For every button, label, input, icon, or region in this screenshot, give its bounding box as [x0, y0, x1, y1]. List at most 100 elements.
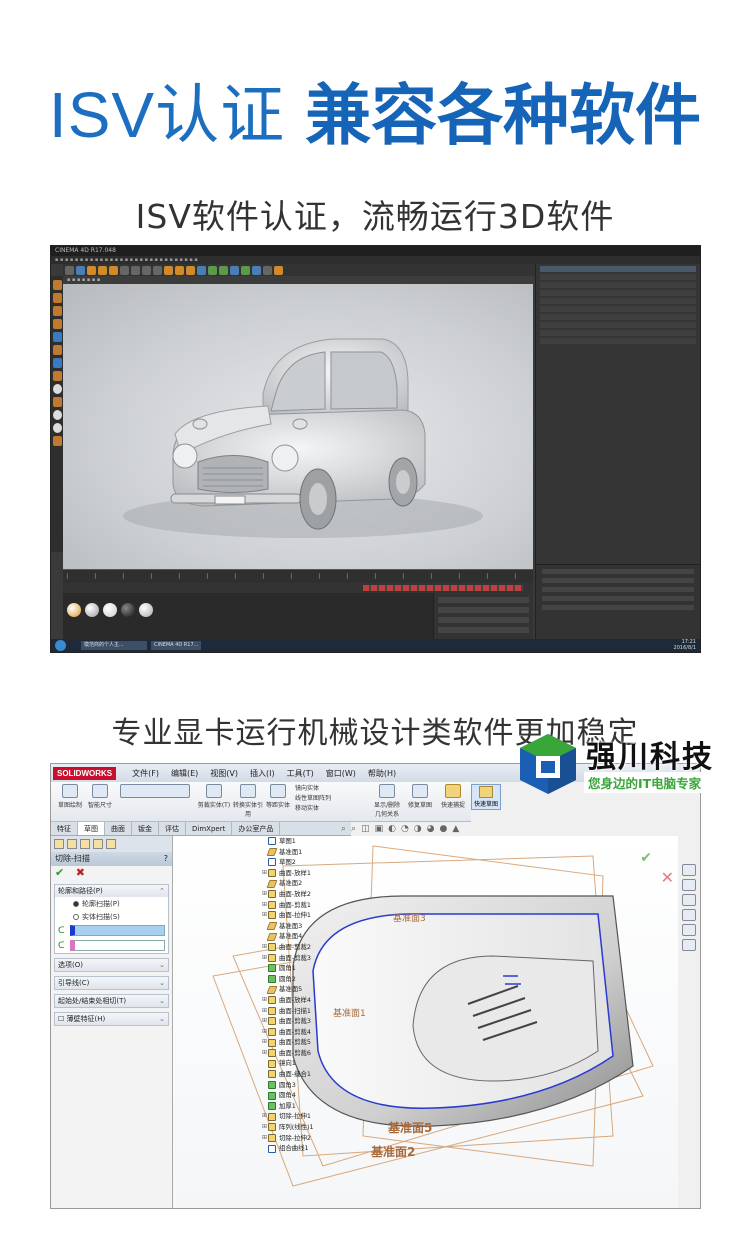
menu-tools[interactable]: 工具(T) [287, 768, 314, 779]
expand-icon[interactable]: ⊞ [261, 1111, 268, 1122]
material-swatch[interactable] [121, 603, 135, 617]
expand-icon[interactable]: ⌄ [159, 977, 165, 989]
c4d-viewport[interactable] [63, 284, 533, 569]
pen-icon[interactable] [208, 265, 217, 275]
mode-icon[interactable] [52, 397, 62, 407]
profile-selection-field[interactable]: ᑕ [55, 923, 168, 938]
cube-icon[interactable] [197, 265, 206, 275]
confirm-corner-cancel-icon[interactable]: ✕ [661, 868, 674, 887]
mode-icon[interactable] [52, 306, 62, 316]
display-relations-button[interactable]: 显示/删除几何关系 [371, 784, 403, 818]
mode-icon[interactable] [52, 280, 62, 290]
feature-tree-item[interactable]: ⊞ 切除-拉伸1 [261, 1111, 373, 1122]
repair-sketch-button[interactable]: 修复草图 [405, 784, 435, 809]
scale-icon[interactable] [98, 265, 107, 275]
feature-tree-item[interactable]: 基准面3 [261, 921, 373, 932]
feature-tree-item[interactable]: 加厚1 [261, 1101, 373, 1112]
custom-props-icon[interactable] [682, 939, 696, 951]
mode-icon[interactable] [52, 371, 62, 381]
sphere-icon[interactable] [52, 410, 62, 420]
undo-icon[interactable] [65, 265, 74, 275]
object-row[interactable] [540, 282, 696, 288]
axis-z-icon[interactable] [142, 265, 151, 275]
expand-icon[interactable]: ⌄ [159, 1013, 165, 1025]
axis-x-icon[interactable] [120, 265, 129, 275]
c4d-timeline[interactable] [63, 569, 533, 583]
expand-icon[interactable]: ⊞ [261, 995, 268, 1006]
expand-icon[interactable]: ⊞ [261, 1016, 268, 1027]
sphere-icon[interactable] [52, 384, 62, 394]
feature-tree-item[interactable]: ⊞ 曲面-剪裁3 [261, 953, 373, 964]
feature-tree-item[interactable]: 曲面-缝合1 [261, 1069, 373, 1080]
taskbar-item[interactable]: CINEMA 4D R17... [151, 641, 201, 650]
expand-icon[interactable]: ⊞ [261, 942, 268, 953]
subdivision-icon[interactable] [219, 265, 228, 275]
mode-icon[interactable] [52, 293, 62, 303]
quick-snaps-button[interactable]: 快速捕捉 [439, 784, 467, 809]
tab-surfaces[interactable]: 曲面 [105, 822, 132, 835]
mode-icon[interactable] [52, 332, 62, 342]
object-row[interactable] [540, 306, 696, 312]
expand-icon[interactable]: ⊞ [261, 953, 268, 964]
feature-tree-item[interactable]: 圆角2 [261, 974, 373, 985]
collapse-icon[interactable]: ⌃ [159, 885, 165, 897]
property-manager-icon[interactable] [67, 839, 77, 849]
material-swatch[interactable] [67, 603, 81, 617]
object-row[interactable] [540, 298, 696, 304]
feature-tree-item[interactable]: 镜向1 [261, 1058, 373, 1069]
mirror-button[interactable]: 镜向实体 线性草图阵列 移动实体 [295, 784, 367, 814]
object-row[interactable] [540, 266, 696, 272]
object-row[interactable] [540, 322, 696, 328]
expand-icon[interactable]: ⌄ [159, 959, 165, 971]
select-icon[interactable] [76, 265, 85, 275]
path-selection-field[interactable]: ᑕ [55, 938, 168, 953]
feature-tree-item[interactable]: ⊞ 曲面-扫描1 [261, 1006, 373, 1017]
feature-tree-item[interactable]: 圆角4 [261, 1090, 373, 1101]
mode-icon[interactable] [52, 358, 62, 368]
feature-tree-item[interactable]: 草图2 [261, 857, 373, 868]
smart-dimension-button[interactable]: 智能尺寸 [85, 784, 115, 809]
rapid-sketch-button[interactable]: 快速草图 [471, 784, 501, 810]
help-icon[interactable]: ? [164, 852, 168, 866]
material-swatch[interactable] [85, 603, 99, 617]
feature-tree-item[interactable]: ⊞ 曲面-放样1 [261, 868, 373, 879]
menu-edit[interactable]: 编辑(E) [171, 768, 198, 779]
section-header[interactable]: 选项(O) ⌄ [55, 959, 168, 971]
radio-unchecked[interactable] [73, 914, 79, 920]
sketch-shapes[interactable] [117, 784, 193, 800]
expand-icon[interactable]: ⊞ [261, 1027, 268, 1038]
ok-icon[interactable]: ✔ [55, 866, 64, 879]
section-header[interactable]: ☐ 薄壁特征(H) ⌄ [55, 1013, 168, 1025]
feature-tree-item[interactable]: ⊞ 曲面-剪裁5 [261, 1037, 373, 1048]
tab-office[interactable]: 办公室产品 [232, 822, 281, 835]
feature-tree-item[interactable]: 基准面5 [261, 984, 373, 995]
thin-checkbox[interactable]: ☐ [58, 1015, 67, 1023]
object-row[interactable] [540, 274, 696, 280]
mode-icon[interactable] [52, 345, 62, 355]
light-icon[interactable] [274, 265, 283, 275]
option-solid-sweep[interactable]: 实体扫描(S) [55, 910, 168, 923]
start-icon[interactable] [55, 640, 66, 651]
confirm-corner-ok-icon[interactable]: ✔ [640, 850, 652, 866]
explorer-icon[interactable] [682, 894, 696, 906]
feature-tree-item[interactable]: 基准面1 [261, 847, 373, 858]
render-settings-icon[interactable] [186, 265, 195, 275]
taskbar-item[interactable]: 模范商的个人主... [81, 641, 147, 650]
library-icon[interactable] [682, 879, 696, 891]
feature-tree-item[interactable]: 圆角1 [261, 963, 373, 974]
feature-tree-item[interactable]: 基准面2 [261, 878, 373, 889]
world-icon[interactable] [153, 265, 162, 275]
feature-tree-item[interactable]: ⊞ 曲面-剪裁3 [261, 1016, 373, 1027]
option-profile-sweep[interactable]: 轮廓扫描(P) [55, 897, 168, 910]
mode-icon[interactable] [52, 436, 62, 446]
array-icon[interactable] [230, 265, 239, 275]
expand-icon[interactable]: ⊞ [261, 910, 268, 921]
feature-manager-icon[interactable] [54, 839, 64, 849]
section-header[interactable]: 轮廓和路径(P) ⌃ [55, 885, 168, 897]
move-icon[interactable] [87, 265, 96, 275]
appearance-icon[interactable] [682, 924, 696, 936]
floor-icon[interactable] [252, 265, 261, 275]
feature-tree-item[interactable]: ⊞ 曲面-剪裁2 [261, 942, 373, 953]
feature-tree-item[interactable]: 草图1 [261, 836, 373, 847]
tab-sketch[interactable]: 草图 [78, 822, 105, 835]
